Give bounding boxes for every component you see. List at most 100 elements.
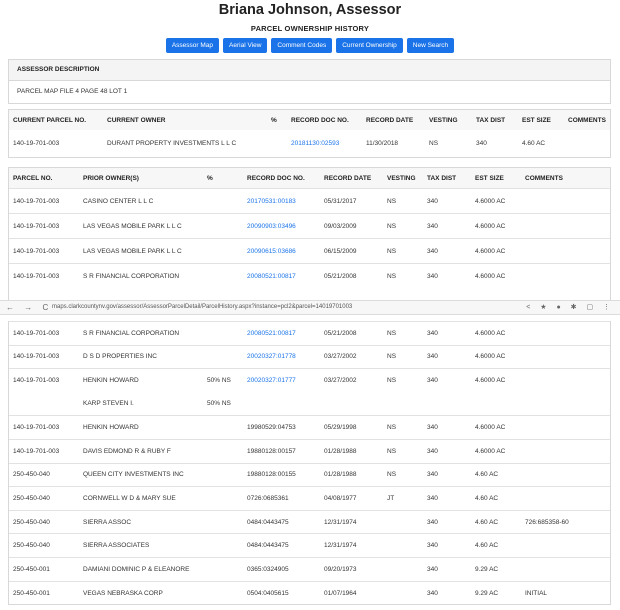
history-cell-record-doc-no[interactable]: 20090615:03686 — [243, 238, 320, 264]
history-row: 140-19-701-003 CASINO CENTER L L C 2017053… — [9, 188, 610, 214]
history-cell-percent — [203, 509, 243, 534]
current-cell-percent — [267, 130, 287, 157]
history-cell-record-doc-no[interactable]: 20080521:00817 — [243, 321, 320, 346]
current-cell-comments — [564, 130, 610, 157]
history-cell-parcel-no: 140-19-701-003 — [9, 238, 79, 264]
history-cell-parcel-no: 140-19-701-003 — [9, 188, 79, 214]
history-cell-owner: LAS VEGAS MOBILE PARK L L C — [79, 238, 203, 264]
history-cell-record-doc-no[interactable]: 20090903:03496 — [243, 213, 320, 239]
extension-icons[interactable]: < ★ ● ✱ ▢ ⋮ — [526, 303, 614, 311]
history-cell-est-size: 4.60 AC — [471, 533, 521, 558]
history-cell-tax-dist: 340 — [423, 263, 471, 289]
history-cell-comments — [521, 321, 610, 346]
history-cell-owner: DAMIANI DOMINIC P & ELEANORE — [79, 556, 203, 582]
aerial-view-button[interactable]: Aerial View — [223, 38, 268, 53]
current-header-est-size: EST SIZE — [522, 116, 551, 124]
history-header-vesting: VESTING — [387, 174, 416, 182]
history-cell-est-size: 4.6000 AC — [471, 321, 521, 346]
history-header-tax-dist: TAX DIST — [427, 174, 457, 182]
history-row: KARP STEVEN I. 50% NS — [9, 392, 610, 416]
history-cell-comments — [521, 486, 610, 511]
history-cell-record-doc-no[interactable]: 20170531:00183 — [243, 188, 320, 214]
history-cell-record-doc-no[interactable]: 20020327:01777 — [243, 368, 320, 393]
history-cell-comments — [521, 438, 610, 464]
history-cell-est-size: 4.6000 AC — [471, 438, 521, 464]
history-cell-vesting: NS — [383, 188, 423, 214]
browser-nav-icons[interactable]: ← → C — [6, 303, 52, 312]
history-row: 250-450-001 DAMIANI DOMINIC P & ELEANORE 0… — [9, 556, 610, 582]
history-cell-percent — [203, 263, 243, 289]
history-row: 250-450-001 VEGAS NEBRASKA CORP 0504:04056… — [9, 580, 610, 605]
history-cell-vesting: NS — [383, 368, 423, 393]
history-cell-parcel-no: 250-450-040 — [9, 509, 79, 534]
history-cell-record-date: 03/27/2002 — [320, 344, 383, 369]
history-cell-record-date: 01/07/1964 — [320, 580, 383, 605]
current-cell-est-size: 4.60 AC — [522, 140, 546, 147]
history-cell-tax-dist: 340 — [423, 438, 471, 464]
assessor-description-panel: ASSESSOR DESCRIPTION PARCEL MAP FILE 4 P… — [8, 59, 611, 104]
history-cell-tax-dist: 340 — [423, 509, 471, 534]
history-cell-record-date: 12/31/1974 — [320, 509, 383, 534]
history-cell-vesting: JT — [383, 486, 423, 511]
history-cell-tax-dist: 340 — [423, 238, 471, 264]
history-cell-record-doc-no: 0504:0405615 — [243, 580, 320, 605]
history-cell-vesting: NS — [383, 321, 423, 346]
comment-codes-button[interactable]: Comment Codes — [271, 38, 333, 53]
page-title: Briana Johnson, Assessor — [218, 2, 402, 18]
history-cell-est-size: 4.6000 AC — [471, 344, 521, 369]
history-cell-est-size: 4.6000 AC — [471, 213, 521, 239]
history-cell-owner: LAS VEGAS MOBILE PARK L L C — [79, 213, 203, 239]
current-header-record-doc-no: RECORD DOC NO. — [291, 116, 349, 124]
history-cell-record-doc-no[interactable]: 20080521:00817 — [243, 263, 320, 289]
history-cell-record-date: 05/21/2008 — [320, 263, 383, 289]
current-ownership-button[interactable]: Current Ownership — [336, 38, 403, 53]
history-cell-vesting — [383, 580, 423, 605]
current-ownership-table: CURRENT PARCEL NO. CURRENT OWNER% RECORD D… — [9, 110, 610, 157]
history-cell-owner: QUEEN CITY INVESTMENTS INC — [79, 462, 203, 487]
history-cell-percent: 50% NS — [203, 368, 243, 393]
history-cell-record-doc-no: 19880128:00155 — [243, 462, 320, 487]
history-cell-vesting — [383, 533, 423, 558]
action-buttons: Assessor Map Aerial View Comment Codes C… — [0, 38, 620, 53]
history-row: 140-19-701-003 HENKIN HOWARD 50% NS 2002032… — [9, 368, 610, 393]
history-cell-parcel-no: 140-19-701-003 — [9, 263, 79, 289]
history-header-record-doc-no: RECORD DOC NO. — [247, 174, 305, 182]
assessor-map-button[interactable]: Assessor Map — [165, 38, 220, 53]
history-header-percent: % — [207, 174, 213, 182]
history-cell-comments — [521, 415, 610, 440]
history-header-comments: COMMENTS — [525, 174, 563, 182]
history-cell-comments — [521, 238, 610, 264]
history-cell-comments — [521, 392, 610, 416]
history-cell-est-size: 4.6000 AC — [471, 238, 521, 264]
history-header-est-size: EST SIZE — [475, 174, 504, 182]
new-search-button[interactable]: New Search — [406, 38, 455, 53]
history-cell-record-doc-no[interactable]: 20020327:01778 — [243, 344, 320, 369]
history-row: 250-450-040 SIERRA ASSOCIATES 0484:0443475… — [9, 533, 610, 558]
assessor-description-heading: ASSESSOR DESCRIPTION — [9, 60, 610, 81]
history-cell-record-doc-no — [243, 392, 320, 416]
history-cell-vesting: NS — [383, 344, 423, 369]
history-cell-percent — [203, 438, 243, 464]
history-cell-parcel-no: 140-19-701-003 — [9, 368, 79, 393]
current-header-percent: % — [271, 116, 277, 124]
history-cell-percent — [203, 533, 243, 558]
page-subtitle: PARCEL OWNERSHIP HISTORY — [250, 24, 370, 33]
history-row: 140-19-701-003 S R FINANCIAL CORPORATION 2… — [9, 321, 610, 346]
history-cell-record-doc-no: 19980529:04753 — [243, 415, 320, 440]
history-cell-percent — [203, 344, 243, 369]
history-row: 140-19-701-003 DAVIS EDMOND R & RUBY F 198… — [9, 438, 610, 464]
history-cell-vesting: NS — [383, 462, 423, 487]
current-header-record-date: RECORD DATE — [366, 116, 414, 124]
history-cell-vesting: NS — [383, 263, 423, 289]
history-cell-record-date: 01/28/1988 — [320, 438, 383, 464]
current-cell-record-doc-no[interactable]: 20181130:02593 — [287, 130, 362, 157]
current-cell-owner: DURANT PROPERTY INVESTMENTS L L C — [107, 140, 237, 147]
history-cell-tax-dist: 340 — [423, 188, 471, 214]
history-cell-record-doc-no: 0365:0324905 — [243, 556, 320, 582]
history-cell-owner: CORNWELL W D & MARY SUE — [79, 486, 203, 511]
history-cell-record-date: 04/08/1977 — [320, 486, 383, 511]
address-bar[interactable]: maps.clarkcountynv.gov/assessor/Assessor… — [52, 304, 352, 310]
history-header-owner: PRIOR OWNER(S) — [83, 174, 139, 182]
history-cell-tax-dist: 340 — [423, 462, 471, 487]
history-cell-record-date: 05/29/1998 — [320, 415, 383, 440]
